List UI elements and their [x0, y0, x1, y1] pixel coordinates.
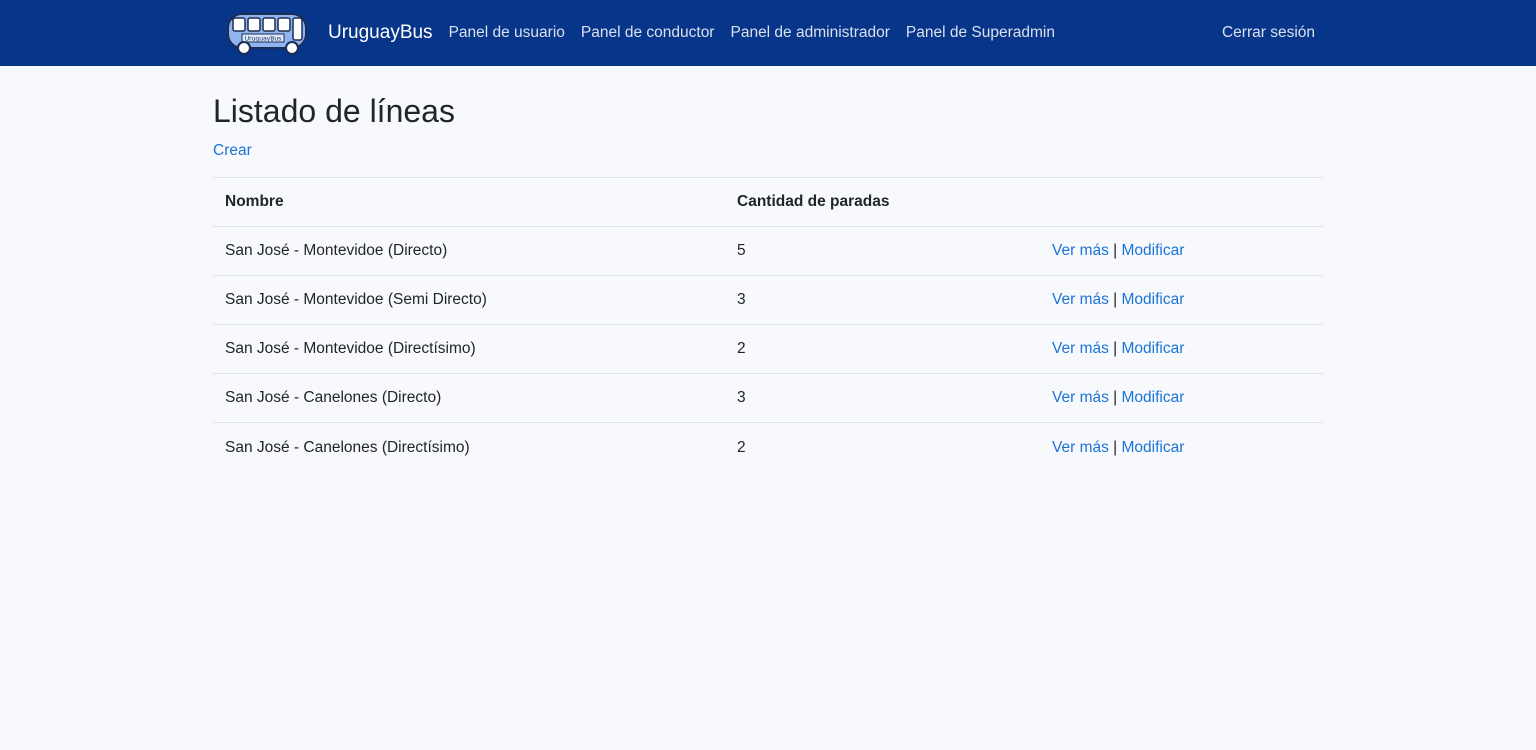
row-actions: Ver más | Modificar: [1040, 275, 1323, 325]
line-stops: 5: [725, 226, 1040, 276]
separator: |: [1113, 389, 1118, 407]
view-more-link[interactable]: Ver más: [1052, 439, 1109, 456]
separator: |: [1113, 291, 1118, 309]
line-name: San José - Montevidoe (Directo): [213, 226, 725, 276]
row-actions: Ver más | Modificar: [1040, 422, 1323, 472]
line-stops: 3: [725, 275, 1040, 325]
top-navbar: UruguayBus UruguayBus Panel de usuario P…: [0, 0, 1536, 66]
header-stops: Cantidad de paradas: [725, 177, 1040, 228]
create-link[interactable]: Crear: [213, 142, 252, 160]
modify-link[interactable]: Modificar: [1122, 389, 1185, 406]
logo-text: UruguayBus: [245, 36, 282, 43]
nav-link-driver-panel[interactable]: Panel de conductor: [573, 24, 723, 42]
row-actions: Ver más | Modificar: [1040, 324, 1323, 374]
view-more-link[interactable]: Ver más: [1052, 291, 1109, 308]
lines-table: Nombre Cantidad de paradas San José - Mo…: [213, 177, 1323, 472]
line-stops: 3: [725, 373, 1040, 423]
view-more-link[interactable]: Ver más: [1052, 389, 1109, 406]
view-more-link[interactable]: Ver más: [1052, 242, 1109, 259]
table-row: San José - Montevidoe (Directísimo) 2 Ve…: [213, 324, 1323, 374]
table-row: San José - Canelones (Directísimo) 2 Ver…: [213, 422, 1323, 472]
separator: |: [1113, 340, 1118, 358]
table-row: San José - Canelones (Directo) 3 Ver más…: [213, 373, 1323, 423]
table-row: San José - Montevidoe (Semi Directo) 3 V…: [213, 275, 1323, 325]
main-content: Listado de líneas Crear Nombre Cantidad …: [213, 92, 1323, 472]
modify-link[interactable]: Modificar: [1122, 340, 1185, 357]
header-name: Nombre: [213, 177, 725, 228]
line-stops: 2: [725, 422, 1040, 472]
line-name: San José - Canelones (Directísimo): [213, 422, 725, 472]
row-actions: Ver más | Modificar: [1040, 226, 1323, 276]
bus-logo-icon[interactable]: UruguayBus: [226, 10, 312, 56]
line-name: San José - Montevidoe (Semi Directo): [213, 275, 725, 325]
brand-link[interactable]: UruguayBus: [328, 22, 433, 44]
logout-link[interactable]: Cerrar sesión: [1222, 24, 1315, 42]
table-header-row: Nombre Cantidad de paradas: [213, 177, 1323, 228]
separator: |: [1113, 438, 1118, 456]
row-actions: Ver más | Modificar: [1040, 373, 1323, 423]
line-name: San José - Montevidoe (Directísimo): [213, 324, 725, 374]
separator: |: [1113, 242, 1118, 260]
nav-link-admin-panel[interactable]: Panel de administrador: [722, 24, 897, 42]
nav-links: Panel de usuario Panel de conductor Pane…: [449, 24, 1222, 42]
nav-link-user-panel[interactable]: Panel de usuario: [449, 24, 573, 42]
line-name: San José - Canelones (Directo): [213, 373, 725, 423]
nav-link-superadmin-panel[interactable]: Panel de Superadmin: [898, 24, 1063, 42]
page-title: Listado de líneas: [213, 93, 455, 129]
line-stops: 2: [725, 324, 1040, 374]
modify-link[interactable]: Modificar: [1122, 242, 1185, 259]
table-row: San José - Montevidoe (Directo) 5 Ver má…: [213, 226, 1323, 276]
modify-link[interactable]: Modificar: [1122, 439, 1185, 456]
view-more-link[interactable]: Ver más: [1052, 340, 1109, 357]
header-actions: [1040, 177, 1323, 228]
modify-link[interactable]: Modificar: [1122, 291, 1185, 308]
